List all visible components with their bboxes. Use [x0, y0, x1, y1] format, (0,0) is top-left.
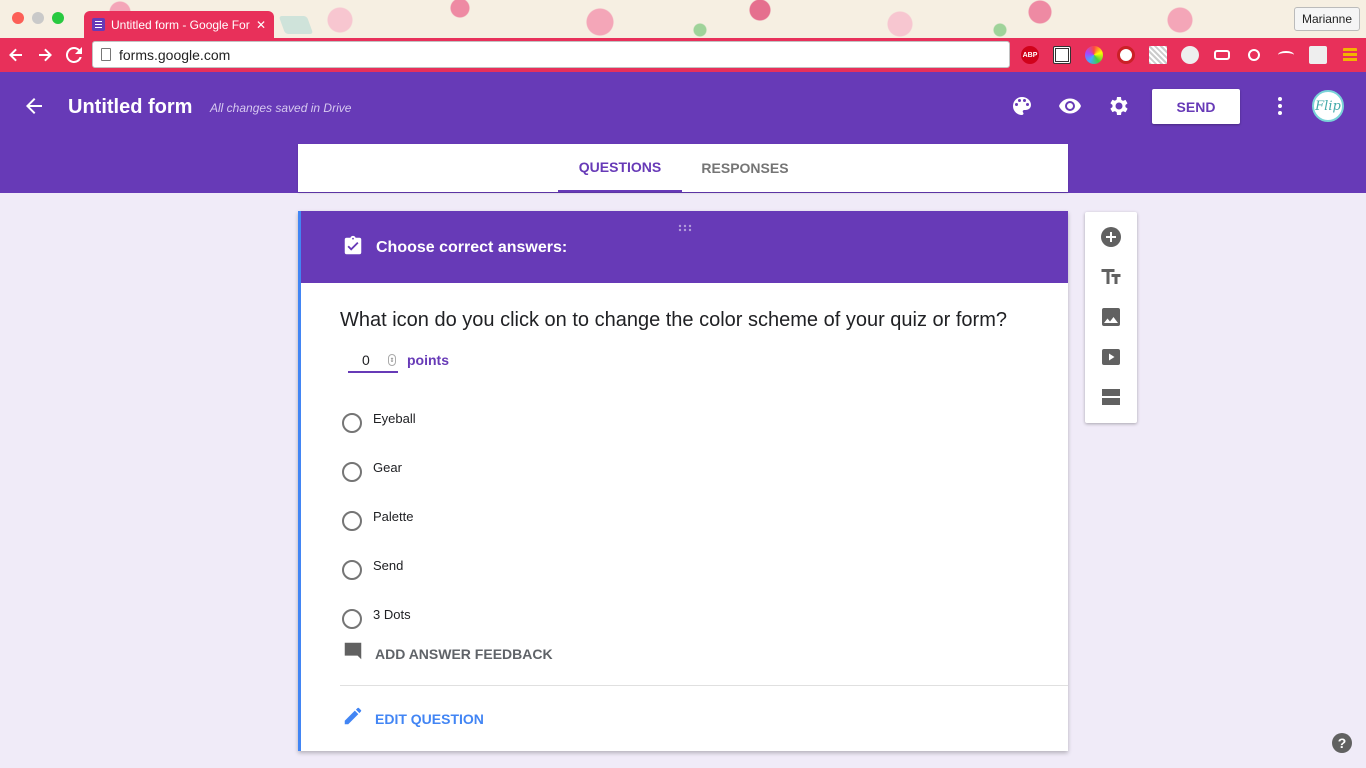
points-row: 0 ⇕ points	[348, 349, 449, 373]
tab-title: Untitled form - Google Forms	[111, 17, 250, 32]
radio-button[interactable]	[342, 461, 362, 482]
forms-favicon-icon	[92, 18, 105, 31]
option-label: Gear	[373, 460, 402, 475]
browser-titlebar: Untitled form - Google Forms ✕ Marianne	[0, 0, 1366, 38]
option-label: Palette	[373, 509, 414, 524]
tabs-bar: QUESTIONS RESPONSES	[298, 144, 1068, 192]
add-question-icon[interactable]	[1099, 225, 1123, 249]
points-stepper-icon[interactable]: ⇕	[388, 354, 396, 366]
radio-button[interactable]	[342, 559, 362, 580]
browser-toolbar: forms.google.com ABP	[0, 38, 1366, 72]
reload-icon[interactable]	[61, 42, 87, 68]
question-card: Choose correct answers: What icon do you…	[298, 211, 1068, 751]
add-video-icon[interactable]	[1099, 345, 1123, 369]
menu-icon[interactable]	[1338, 43, 1362, 67]
radio-button[interactable]	[342, 608, 362, 629]
radio-button[interactable]	[342, 510, 362, 531]
edit-icon[interactable]	[1274, 43, 1298, 67]
back-arrow-icon[interactable]	[3, 42, 29, 68]
qr-code-icon[interactable]	[1146, 43, 1170, 67]
palette-icon[interactable]	[1010, 94, 1034, 118]
option-eyeball[interactable]: Eyeball	[342, 395, 416, 444]
minimize-window-button[interactable]	[32, 12, 44, 24]
add-title-icon[interactable]	[1099, 265, 1123, 289]
assignment-check-icon	[342, 235, 364, 257]
eye-icon[interactable]	[1058, 94, 1082, 118]
drag-handle-icon[interactable]	[677, 219, 693, 232]
tab-close-icon[interactable]: ✕	[256, 18, 266, 32]
feedback-label: ADD ANSWER FEEDBACK	[375, 645, 553, 662]
emoji-icon[interactable]	[1178, 43, 1202, 67]
gear-icon[interactable]	[1106, 94, 1130, 118]
page-icon	[101, 48, 111, 61]
tab-responses[interactable]: RESPONSES	[682, 144, 808, 192]
edit-question-button[interactable]: EDIT QUESTION	[342, 705, 484, 732]
avatar[interactable]: Flip	[1312, 90, 1344, 122]
search-zoom-icon[interactable]	[1242, 43, 1266, 67]
answer-key-banner: Choose correct answers:	[301, 211, 1068, 283]
back-arrow-icon[interactable]	[22, 94, 46, 118]
browser-tab[interactable]: Untitled form - Google Forms ✕	[84, 11, 274, 38]
new-tab-button[interactable]	[278, 16, 314, 34]
pinterest-icon[interactable]	[1114, 43, 1138, 67]
option-label: 3 Dots	[373, 607, 411, 622]
abp-icon[interactable]: ABP	[1018, 43, 1042, 67]
edit-label: EDIT QUESTION	[375, 710, 484, 727]
close-window-button[interactable]	[12, 12, 24, 24]
more-vert-icon[interactable]	[1268, 94, 1292, 118]
points-label: points	[407, 352, 449, 368]
address-bar[interactable]: forms.google.com	[92, 41, 1010, 68]
points-input[interactable]: 0 ⇕	[348, 349, 398, 373]
radio-button[interactable]	[342, 412, 362, 433]
pencil-icon	[342, 705, 364, 732]
forward-arrow-icon[interactable]	[32, 42, 58, 68]
option-send[interactable]: Send	[342, 542, 416, 591]
comment-icon	[342, 640, 364, 667]
url-text[interactable]: forms.google.com	[119, 47, 230, 63]
option-palette[interactable]: Palette	[342, 493, 416, 542]
add-image-icon[interactable]	[1099, 305, 1123, 329]
banner-title: Choose correct answers:	[376, 239, 568, 256]
form-title[interactable]: Untitled form	[68, 96, 192, 119]
extensions-bar: ABP	[1018, 43, 1362, 67]
side-toolbar	[1085, 212, 1137, 423]
answer-options: Eyeball Gear Palette Send 3 Dots	[342, 395, 416, 640]
option-label: Eyeball	[373, 411, 416, 426]
divider	[340, 685, 1068, 686]
option-gear[interactable]: Gear	[342, 444, 416, 493]
qr-icon[interactable]	[1050, 43, 1074, 67]
add-section-icon[interactable]	[1099, 385, 1123, 409]
saved-status: All changes saved in Drive	[210, 101, 352, 115]
help-icon[interactable]: ?	[1332, 733, 1352, 753]
send-button[interactable]: SEND	[1152, 89, 1240, 124]
add-answer-feedback-button[interactable]: ADD ANSWER FEEDBACK	[342, 640, 553, 667]
maximize-window-button[interactable]	[52, 12, 64, 24]
points-value: 0	[362, 352, 370, 368]
color-picker-icon[interactable]	[1082, 43, 1106, 67]
link-icon[interactable]	[1210, 43, 1234, 67]
profile-button[interactable]: Marianne	[1293, 7, 1360, 31]
tab-questions[interactable]: QUESTIONS	[558, 144, 682, 192]
option-3-dots[interactable]: 3 Dots	[342, 591, 416, 640]
question-title: What icon do you click on to change the …	[340, 309, 1008, 331]
slash-icon[interactable]	[1306, 43, 1330, 67]
option-label: Send	[373, 558, 404, 573]
